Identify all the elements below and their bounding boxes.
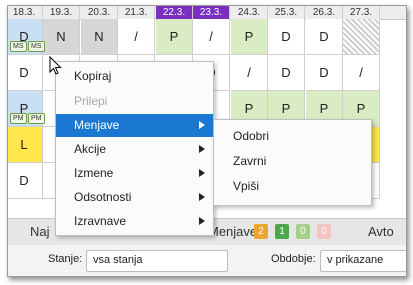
badge-approved: 1 — [275, 224, 289, 239]
context-menu-item-izravnave[interactable]: Izravnave — [56, 210, 213, 233]
date-header-cell: 19.3. — [43, 6, 80, 19]
shift-cell[interactable]: D — [268, 55, 305, 91]
shift-tag: MS — [28, 41, 45, 52]
context-menu: Kopiraj Prilepi Menjave Akcije Izmene Odsotno… — [55, 61, 214, 236]
submenu-arrow-icon — [199, 121, 205, 129]
context-menu-item-kopiraj[interactable]: Kopiraj — [56, 65, 213, 88]
context-menu-item-label: Izravnave — [74, 214, 127, 228]
context-menu-item-label: Akcije — [74, 142, 107, 156]
date-header-cell: 27.3. — [343, 6, 380, 19]
submenu-item-label: Vpiši — [233, 179, 260, 193]
shift-cell[interactable]: P — [156, 19, 193, 55]
context-menu-item-label: Menjave — [74, 118, 120, 132]
date-header-cell: 20.3. — [81, 6, 118, 19]
shift-cell[interactable]: / — [193, 19, 230, 55]
submenu-item-odobri[interactable]: Odobri — [214, 124, 371, 148]
obdobje-value: v prikazane — [327, 254, 384, 266]
date-header-cell: 21.3. — [118, 6, 155, 19]
shift-cell[interactable]: / — [118, 19, 155, 55]
shift-cell[interactable]: / — [343, 55, 380, 91]
date-header-cell: 23.3. — [193, 6, 230, 19]
submenu-item-label: Odobri — [233, 129, 270, 143]
badge-zero: 0 — [296, 224, 310, 239]
date-header-cell: 22.3. — [156, 6, 193, 19]
obdobje-select[interactable]: v prikazane — [320, 250, 406, 272]
menjave-submenu: Odobri Zavrni Vpiši — [213, 119, 372, 206]
submenu-arrow-icon — [199, 169, 205, 177]
submenu-item-vpisi[interactable]: Vpiši — [214, 174, 371, 198]
shift-cell[interactable]: D — [8, 55, 43, 91]
shift-cell[interactable] — [343, 19, 380, 55]
submenu-arrow-icon — [199, 145, 205, 153]
tab-menjave[interactable]: Menjave — [208, 219, 257, 245]
badge-pending: 2 — [254, 224, 268, 239]
date-header-cell: 26.3. — [306, 6, 343, 19]
context-menu-item-odsotnosti[interactable]: Odsotnosti — [56, 186, 213, 209]
shift-cell[interactable]: D — [306, 55, 343, 91]
shift-cell[interactable]: L — [8, 127, 43, 163]
shift-cell[interactable]: D — [306, 19, 343, 55]
shift-cell[interactable]: N — [43, 19, 80, 55]
filter-bar: Stanje: vsa stanja Obdobje: v prikazane — [8, 245, 406, 276]
date-header-cell: 24.3. — [231, 6, 268, 19]
shift-tag: PM — [28, 113, 45, 124]
context-menu-item-label: Izmene — [74, 166, 114, 180]
context-menu-item-akcije[interactable]: Akcije — [56, 138, 213, 161]
context-menu-item-label: Prilepi — [74, 94, 108, 108]
context-menu-item-menjave[interactable]: Menjave — [56, 114, 213, 137]
tab-najave[interactable]: Naj — [30, 219, 50, 245]
submenu-item-label: Zavrni — [233, 154, 267, 168]
shift-tag: PM — [10, 113, 27, 124]
shift-cell[interactable]: / — [231, 55, 268, 91]
stanje-value: vsa stanja — [93, 254, 143, 266]
submenu-arrow-icon — [199, 193, 205, 201]
stanje-select[interactable]: vsa stanja — [86, 250, 228, 272]
context-menu-item-label: Odsotnosti — [74, 190, 132, 204]
submenu-item-zavrni[interactable]: Zavrni — [214, 149, 371, 173]
context-menu-item-prilepi: Prilepi — [56, 90, 213, 113]
stanje-label: Stanje: — [48, 253, 83, 265]
shift-cell[interactable]: D — [268, 19, 305, 55]
date-header-cell: 18.3. — [8, 6, 43, 19]
mouse-cursor-icon — [49, 56, 62, 75]
shift-tag: MS — [10, 41, 27, 52]
date-header-cell: 25.3. — [268, 6, 305, 19]
context-menu-item-label: Kopiraj — [74, 69, 112, 83]
shift-cell[interactable]: D — [8, 163, 43, 199]
obdobje-label: Obdobje: — [271, 253, 316, 265]
shift-cell[interactable]: P — [231, 19, 268, 55]
shift-cell[interactable]: N — [81, 19, 118, 55]
date-header: 18.3. 19.3. 20.3. 21.3. 22.3. 23.3. 24.3. 25.3.… — [8, 6, 406, 20]
badge-rejected: 0 — [317, 224, 331, 239]
tab-avto[interactable]: Avto — [368, 219, 394, 245]
context-menu-item-izmene[interactable]: Izmene — [56, 162, 213, 185]
submenu-arrow-icon — [199, 217, 205, 225]
